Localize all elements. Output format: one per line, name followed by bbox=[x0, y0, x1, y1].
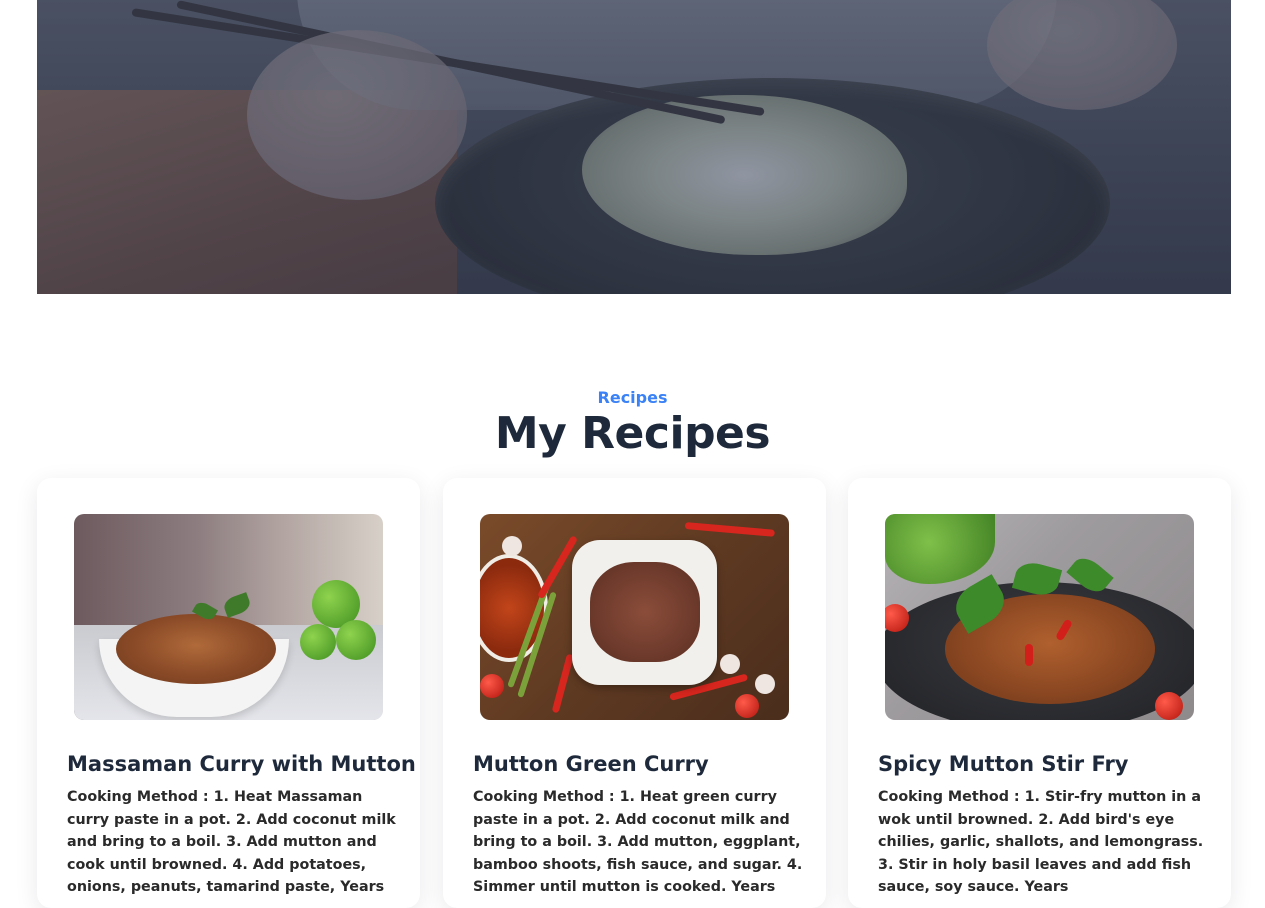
lettuce bbox=[885, 514, 995, 584]
cherry-tomato bbox=[480, 674, 504, 698]
chili bbox=[551, 653, 574, 714]
recipe-image bbox=[885, 514, 1194, 720]
garlic-clove bbox=[502, 536, 522, 556]
recipe-image bbox=[480, 514, 789, 720]
recipe-card[interactable]: Mutton Green Curry Cooking Method : 1. H… bbox=[443, 478, 826, 908]
recipe-title[interactable]: Massaman Curry with Mutton bbox=[67, 746, 416, 782]
recipe-card[interactable]: Massaman Curry with Mutton Cooking Metho… bbox=[37, 478, 420, 908]
recipe-title[interactable]: Mutton Green Curry bbox=[473, 746, 709, 782]
hero-banner-image bbox=[37, 0, 1231, 294]
chili bbox=[684, 522, 775, 537]
grilled-mutton bbox=[590, 562, 700, 662]
section-title: My Recipes bbox=[494, 408, 771, 459]
recipe-description: Cooking Method : 1. Heat Massaman curry … bbox=[67, 789, 396, 896]
recipe-title[interactable]: Spicy Mutton Stir Fry bbox=[878, 746, 1129, 782]
lime bbox=[336, 620, 376, 660]
chili bbox=[1025, 644, 1033, 666]
cherry-tomato bbox=[735, 694, 759, 718]
recipe-description: Cooking Method : 1. Stir-fry mutton in a… bbox=[878, 789, 1204, 896]
recipe-description: Cooking Method : 1. Heat green curry pas… bbox=[473, 789, 803, 896]
curry bbox=[116, 614, 276, 684]
recipe-image bbox=[74, 514, 383, 720]
garlic-clove bbox=[720, 654, 740, 674]
lime bbox=[300, 624, 336, 660]
hero-overlay bbox=[37, 0, 1231, 294]
herb-leaf bbox=[221, 592, 253, 618]
recipe-card[interactable]: Spicy Mutton Stir Fry Cooking Method : 1… bbox=[848, 478, 1231, 908]
garlic-clove bbox=[755, 674, 775, 694]
cherry-tomato bbox=[1155, 692, 1183, 720]
